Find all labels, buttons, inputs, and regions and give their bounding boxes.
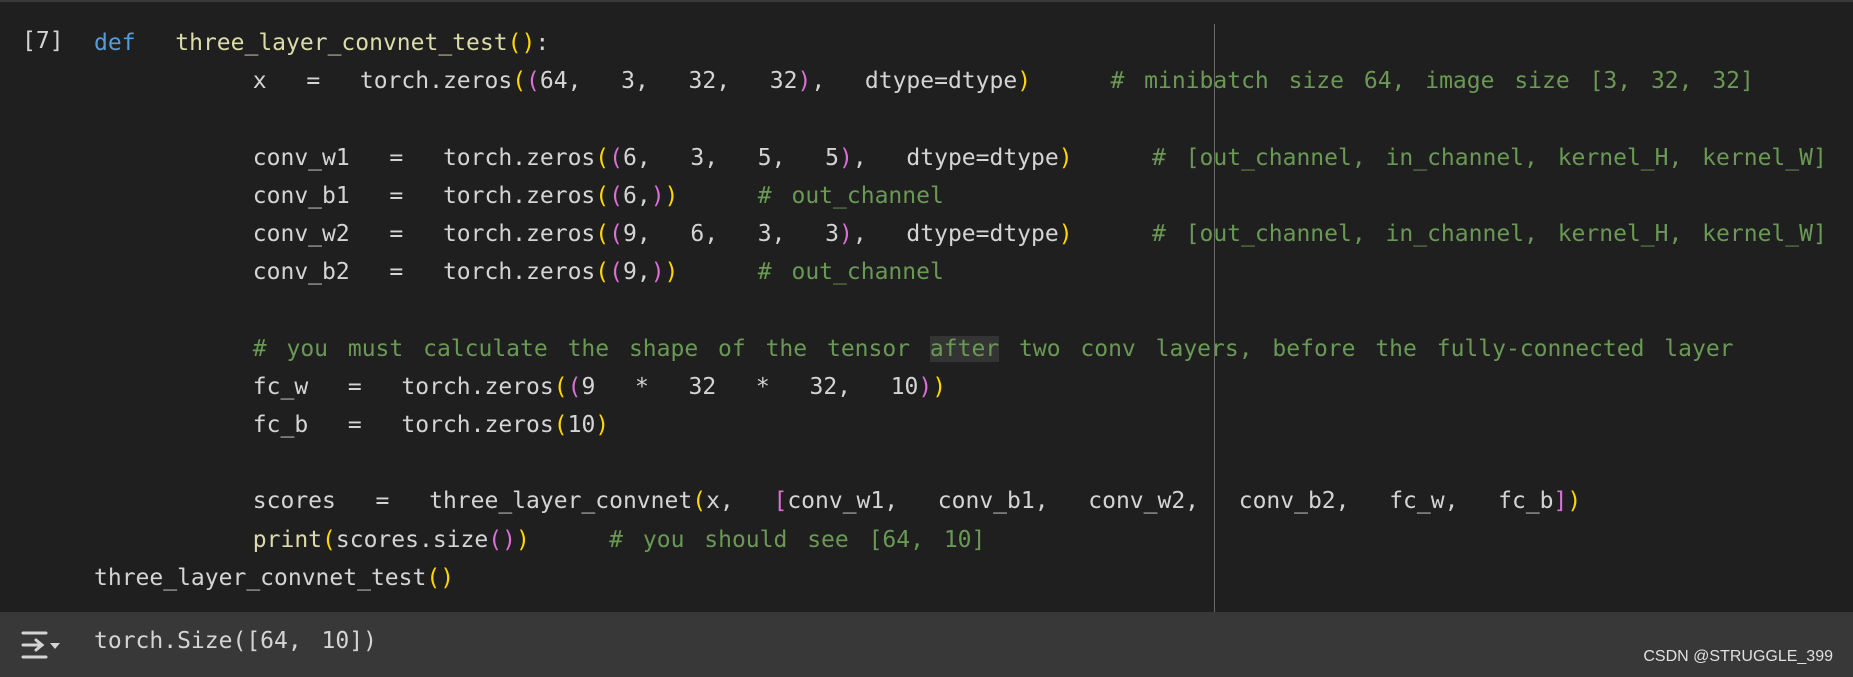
code-token: conv_w2 = torch.zeros — [94, 221, 596, 248]
code-token: three_layer_convnet_test — [175, 30, 508, 56]
code-token: 9 * 32 * 32, 10 — [581, 373, 919, 400]
code-token: 6, 3, 5, 5 — [622, 144, 839, 171]
code-token: fc_b = torch.zeros — [94, 412, 554, 439]
code-token: conv_b1 = torch.zeros — [94, 182, 596, 209]
code-token: # you should see [64, 10] — [529, 526, 986, 553]
code-line: fc_b = torch.zeros(10) — [94, 406, 1827, 444]
code-line: conv_w2 = torch.zeros((9, 6, 3, 3), dtyp… — [94, 215, 1827, 253]
code-token: # out_channel — [678, 259, 944, 286]
code-token: ) — [932, 373, 947, 400]
code-token: ) — [918, 373, 933, 400]
code-line: print(scores.size()) # you should see [6… — [94, 521, 1827, 559]
execution-count: [7] — [22, 28, 64, 54]
code-token: 10 — [567, 412, 596, 439]
line-length-ruler — [1214, 24, 1215, 614]
code-token: , dtype=dtype — [811, 68, 1018, 95]
code-token: , dtype=dtype — [852, 144, 1059, 171]
code-line: conv_b2 = torch.zeros((9,)) # out_channe… — [94, 253, 1827, 291]
code-token: fc_w = torch.zeros — [94, 373, 554, 400]
code-token: 64, 3, 32, 32 — [539, 68, 798, 95]
code-line: fc_w = torch.zeros((9 * 32 * 32, 10)) — [94, 368, 1827, 406]
code-token: after — [929, 335, 1000, 362]
code-token: # you must calculate the shape of the te… — [252, 335, 930, 362]
code-token: scores.size — [335, 526, 489, 553]
code-token: conv_w1, conv_b1, conv_w2, conv_b2, fc_w… — [787, 488, 1554, 515]
code-token: ( — [609, 182, 623, 209]
code-token: ( — [609, 221, 623, 248]
code-line: conv_w1 = torch.zeros((6, 3, 5, 5), dtyp… — [94, 139, 1827, 177]
code-token: x = torch.zeros — [94, 68, 513, 95]
code-token: ( — [595, 259, 610, 286]
code-token: ) — [595, 412, 610, 439]
code-token: ) — [797, 68, 812, 95]
code-token: def — [94, 30, 136, 56]
code-line: x = torch.zeros((64, 3, 32, 32), dtype=d… — [94, 62, 1827, 100]
code-token: conv_b2 = torch.zeros — [94, 259, 596, 286]
output-text: torch.Size([64, 10]) — [94, 628, 377, 654]
code-token: two conv layers, before the fully-connec… — [999, 335, 1734, 362]
code-editor[interactable]: def three_layer_convnet_test(): x = torc… — [94, 24, 1827, 597]
code-token: three_layer_convnet_test — [94, 564, 427, 591]
code-token: ( — [553, 412, 568, 439]
code-token: # [out_channel, in_channel, kernel_H, ke… — [1072, 221, 1827, 248]
code-token: ( — [426, 564, 441, 591]
code-line: conv_b1 = torch.zeros((6,)) # out_channe… — [94, 177, 1827, 215]
code-line: def three_layer_convnet_test(): — [94, 24, 1827, 62]
code-token: # [out_channel, in_channel, kernel_H, ke… — [1072, 144, 1827, 171]
code-token: ) — [1017, 68, 1032, 95]
code-token: , dtype=dtype — [852, 221, 1059, 248]
code-token: ) — [515, 526, 530, 553]
code-token: 9, — [622, 259, 651, 286]
code-token: ) — [521, 30, 536, 56]
code-token: ) — [1567, 488, 1582, 515]
code-token: ( — [507, 30, 522, 56]
code-token: ( — [692, 488, 707, 515]
code-token: x, — [706, 488, 774, 515]
code-line: scores = three_layer_convnet(x, [conv_w1… — [94, 482, 1827, 520]
code-line: three_layer_convnet_test() — [94, 559, 1827, 597]
code-token: [ — [773, 488, 788, 515]
code-token: ) — [664, 259, 679, 286]
code-token: # minibatch size 64, image size [3, 32, … — [1031, 68, 1754, 95]
code-token: ( — [567, 373, 582, 400]
code-token: ) — [440, 564, 455, 591]
output-area: torch.Size([64, 10]) CSDN @STRUGGLE_399 — [0, 612, 1853, 677]
code-token: : — [535, 30, 550, 56]
code-token: ) — [1058, 144, 1073, 171]
code-token: ( — [488, 526, 503, 553]
code-token: ( — [595, 182, 610, 209]
code-line: ​ — [94, 291, 1827, 329]
code-token: 9, 6, 3, 3 — [622, 221, 839, 248]
watermark: CSDN @STRUGGLE_399 — [1643, 648, 1833, 665]
code-token: ) — [664, 182, 679, 209]
code-token: ) — [1058, 221, 1073, 248]
code-token: ) — [839, 221, 853, 248]
code-token: ( — [595, 221, 610, 248]
code-token: ( — [609, 144, 623, 171]
code-token: ) — [502, 526, 516, 553]
code-token: ( — [595, 144, 610, 171]
code-token: 6, — [622, 182, 651, 209]
code-token: # out_channel — [678, 182, 944, 209]
output-options-icon[interactable] — [20, 628, 64, 662]
code-token: ) — [650, 259, 665, 286]
code-line: # you must calculate the shape of the te… — [94, 330, 1827, 368]
code-token: ( — [322, 526, 336, 553]
code-token: ( — [526, 68, 540, 95]
code-token: ( — [553, 373, 568, 400]
code-token: ] — [1553, 488, 1568, 515]
code-token: ( — [512, 68, 527, 95]
code-cell[interactable]: [7] def three_layer_convnet_test(): x = … — [0, 0, 1853, 614]
code-token: print — [252, 526, 323, 553]
code-token: ) — [650, 182, 665, 209]
code-line: ​ — [94, 100, 1827, 138]
code-token: scores = three_layer_convnet — [94, 488, 693, 515]
code-token: ) — [839, 144, 853, 171]
code-token: ( — [609, 259, 623, 286]
code-token: conv_w1 = torch.zeros — [94, 144, 596, 171]
code-line: ​ — [94, 444, 1827, 482]
